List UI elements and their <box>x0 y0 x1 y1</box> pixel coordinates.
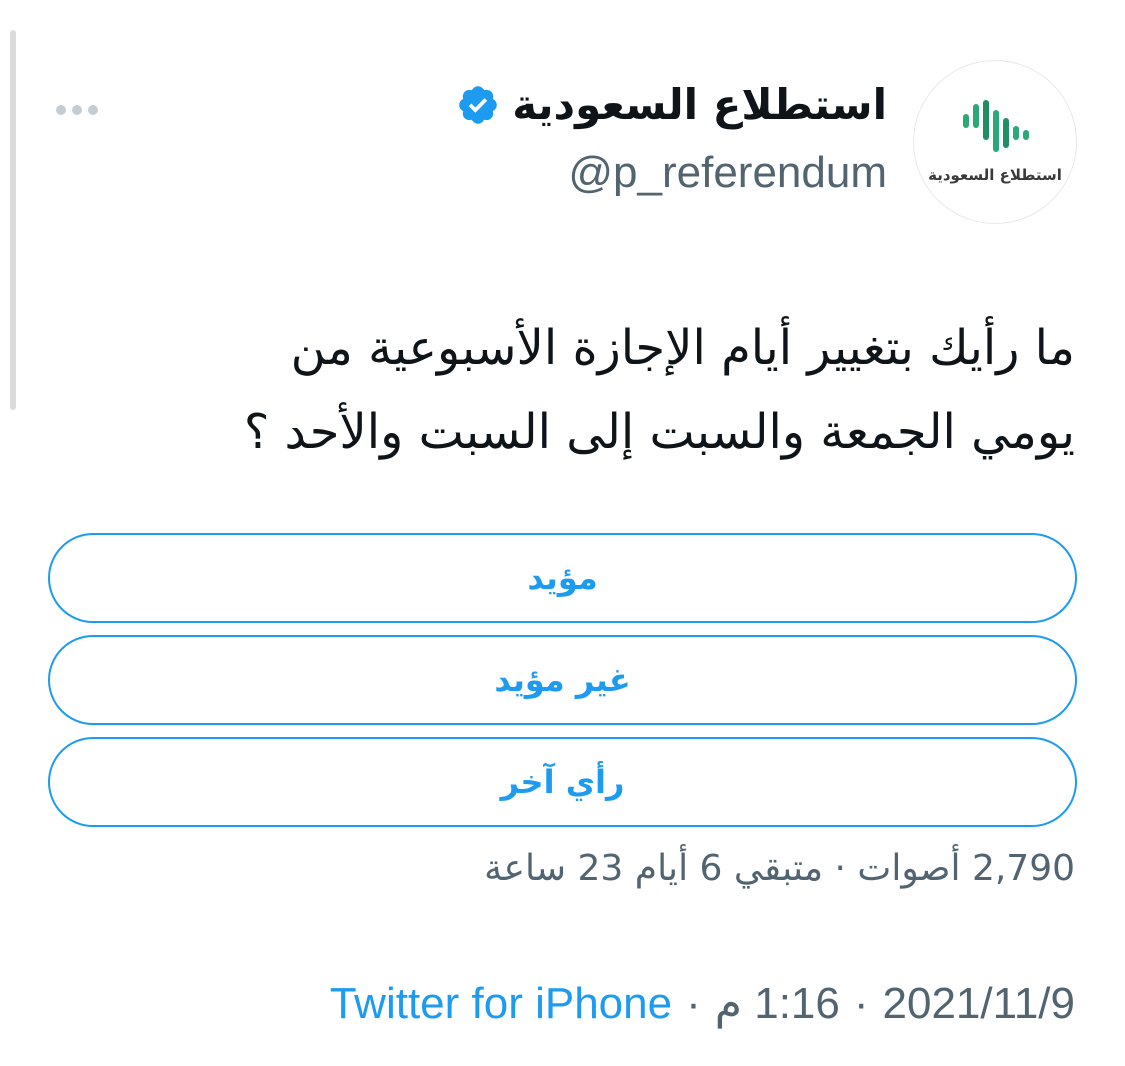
tweet-date[interactable]: 2021/11/9 <box>883 979 1075 1029</box>
more-horizontal-icon[interactable] <box>54 100 98 120</box>
tweet-text-line-1: ما رأيك بتغيير أيام الإجازة الأسبوعية من <box>290 320 1075 376</box>
poll-meta: 2,790 أصوات · متبقي 6 أيام 23 ساعة <box>484 848 1075 889</box>
separator-dot: · <box>853 978 869 1028</box>
avatar[interactable]: استطلاع السعودية <box>913 60 1077 224</box>
poll-option-support[interactable]: مؤيد <box>48 533 1077 623</box>
poll: مؤيد غير مؤيد رأي آخر <box>48 533 1077 839</box>
author-row: استطلاع السعودية <box>456 80 887 129</box>
verified-badge-icon <box>459 85 498 124</box>
tweet-footer: 2021/11/9 · 1:16 م · Twitter for iPhone <box>330 978 1075 1029</box>
avatar-logo-icon <box>963 100 1029 152</box>
tweet-time[interactable]: 1:16 م <box>715 978 840 1029</box>
author-handle[interactable]: @p_referendum <box>568 148 887 198</box>
tweet-text: ما رأيك بتغيير أيام الإجازة الأسبوعية من… <box>75 306 1075 474</box>
display-name[interactable]: استطلاع السعودية <box>512 80 887 129</box>
poll-option-oppose[interactable]: غير مؤيد <box>48 635 1077 725</box>
poll-option-other[interactable]: رأي آخر <box>48 737 1077 827</box>
separator-dot: · <box>686 978 701 1028</box>
tweet-source-link[interactable]: Twitter for iPhone <box>330 979 672 1029</box>
tweet-text-line-2: يومي الجمعة والسبت إلى السبت والأحد ؟ <box>243 404 1075 460</box>
avatar-label: استطلاع السعودية <box>928 166 1062 184</box>
